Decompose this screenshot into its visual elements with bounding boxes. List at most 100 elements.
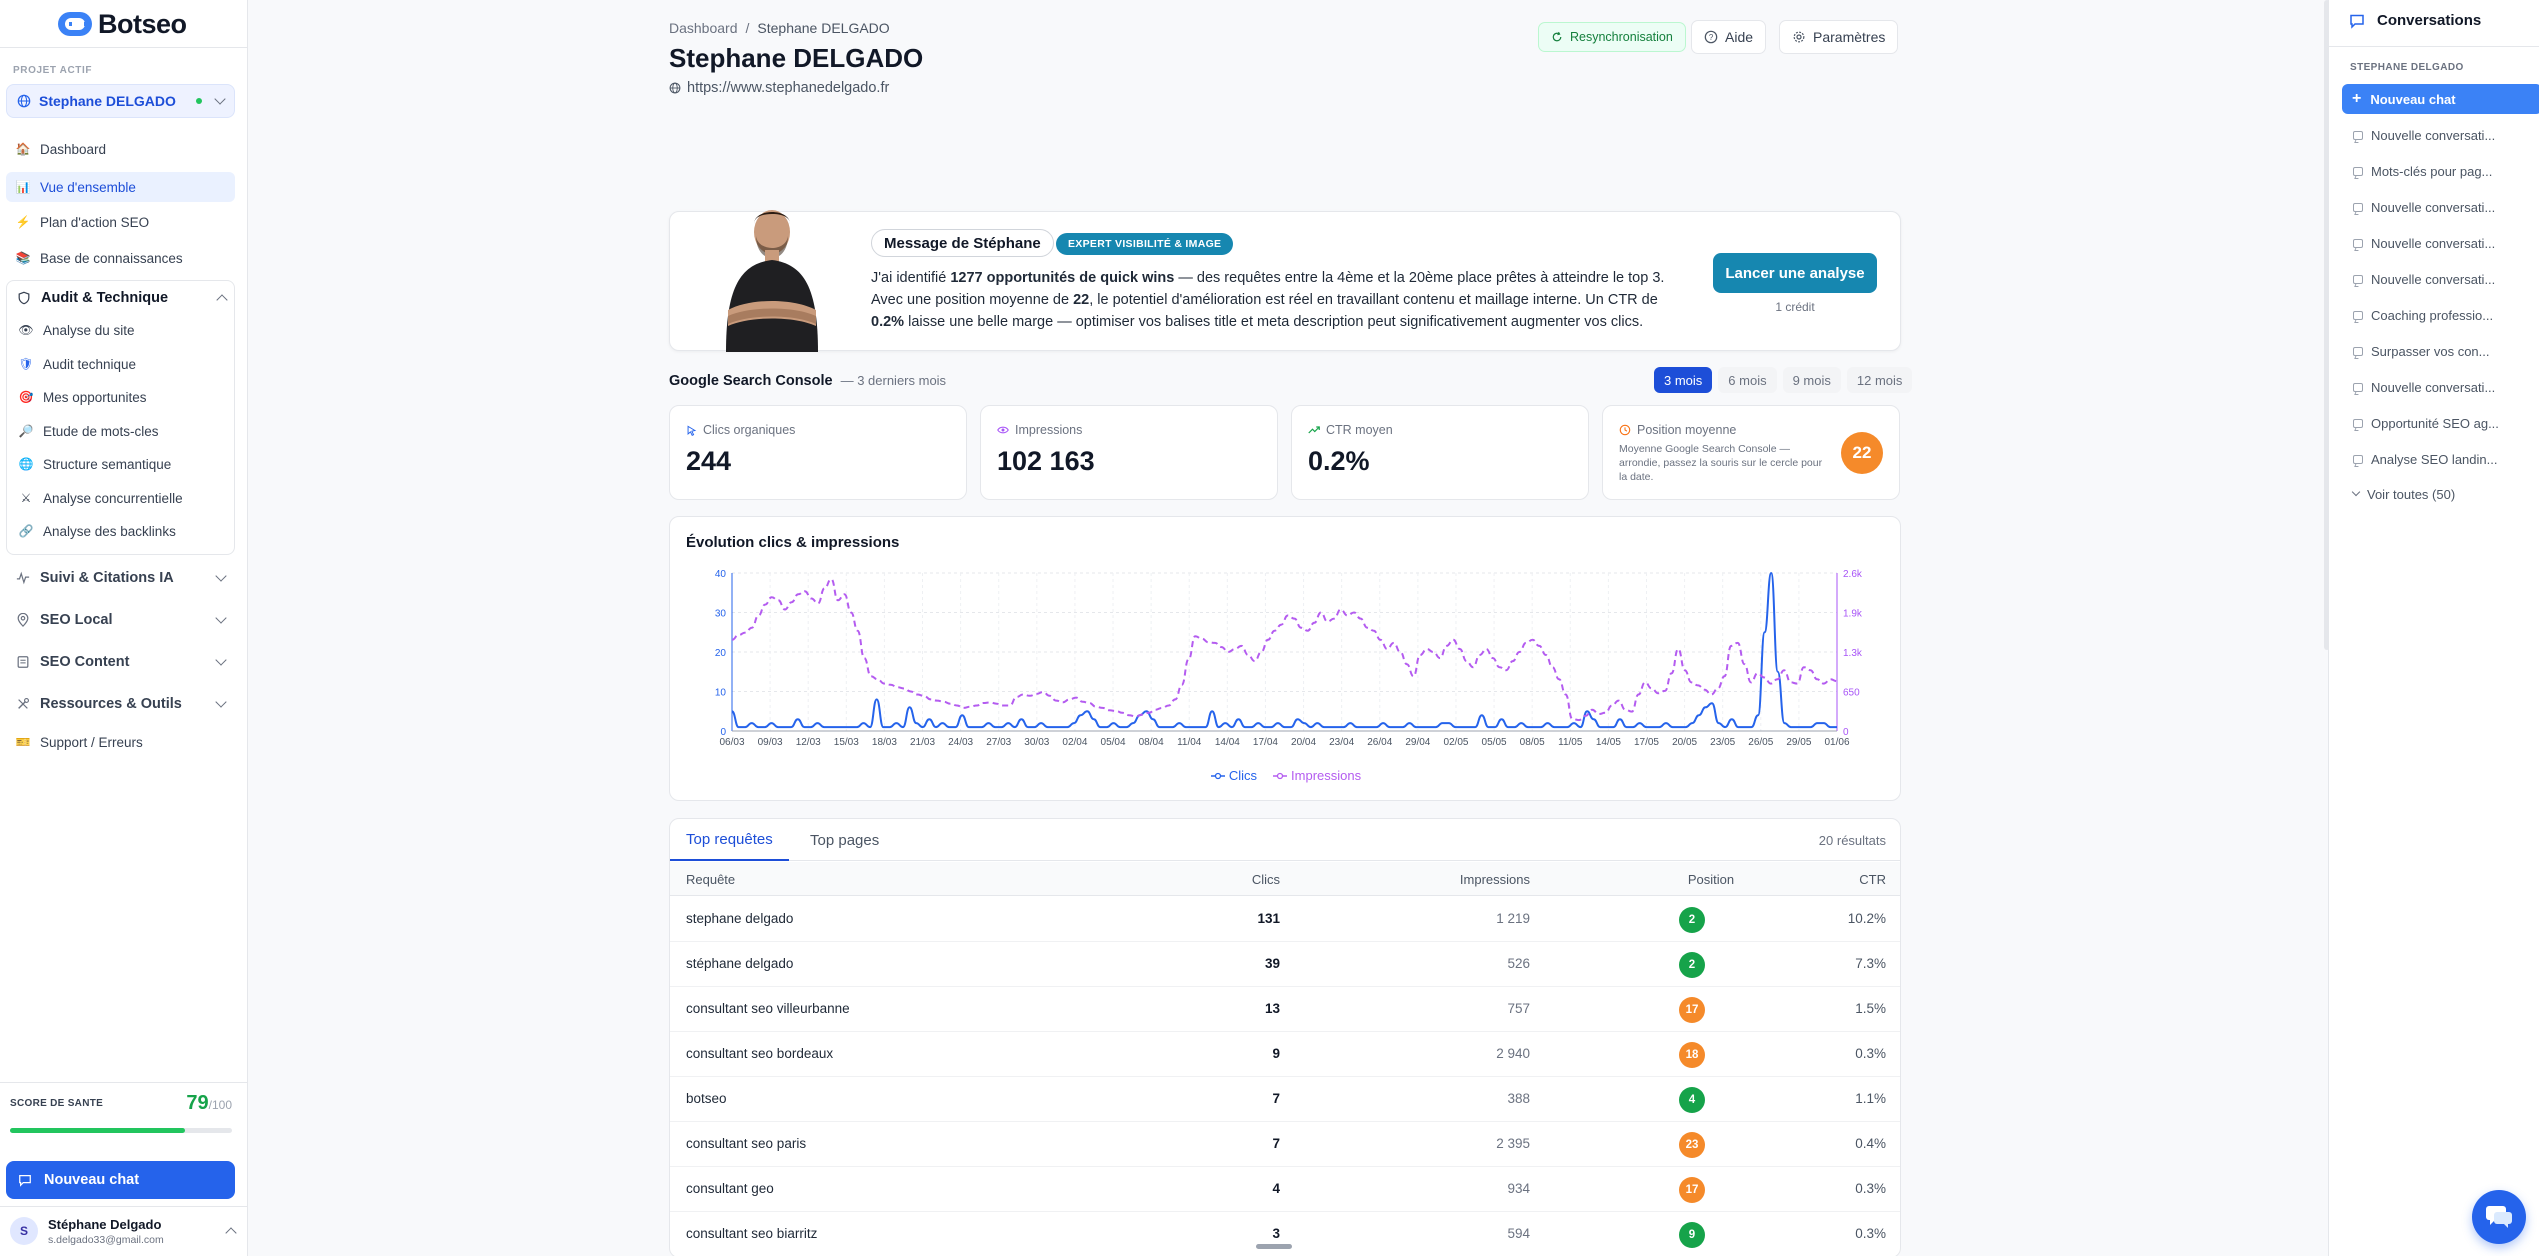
trend-up-icon bbox=[1308, 426, 1320, 434]
plus-icon: + bbox=[2352, 90, 2362, 107]
table-row[interactable]: consultant seo paris 7 2 395 23 0.4% bbox=[670, 1122, 1900, 1167]
kpi-ctr-label: CTR moyen bbox=[1326, 423, 1393, 437]
resync-label: Resynchronisation bbox=[1570, 30, 1673, 44]
chat-bubble-icon bbox=[2353, 130, 2363, 140]
message-line1-bold: 1277 opportunités de quick wins bbox=[950, 270, 1175, 286]
nav-support[interactable]: 🎫 Support / Erreurs bbox=[6, 727, 235, 757]
logo[interactable]: Botseo bbox=[58, 8, 187, 40]
chat-bubble-icon bbox=[2353, 382, 2363, 392]
query-cell: stephane delgado bbox=[686, 911, 794, 926]
section-local-seo[interactable]: SEO Local bbox=[6, 604, 235, 636]
x-tick-label: 17/05 bbox=[1634, 737, 1659, 748]
nav-dashboard[interactable]: 🏠 Dashboard bbox=[6, 134, 235, 164]
ctr-cell: 1.1% bbox=[1855, 1091, 1886, 1106]
sub-semantic-structure[interactable]: 🌐 Structure semantique bbox=[19, 451, 229, 477]
impressions-cell: 757 bbox=[1507, 1001, 1530, 1016]
kpi-position-label: Position moyenne bbox=[1637, 423, 1737, 437]
launch-analysis-button[interactable]: Lancer une analyse bbox=[1713, 253, 1877, 293]
sub-site-analysis[interactable]: 👁 Analyse du site bbox=[18, 317, 229, 343]
sub-backlinks[interactable]: 🔗 Analyse des backlinks bbox=[19, 518, 229, 544]
breadcrumb-dashboard[interactable]: Dashboard bbox=[669, 20, 738, 36]
kpi-impressions-label: Impressions bbox=[1015, 423, 1083, 437]
sub-opportunities[interactable]: 🎯 Mes opportunites bbox=[19, 384, 229, 410]
nav-knowledge-base[interactable]: 📚 Base de connaissances bbox=[6, 243, 235, 273]
gear-icon bbox=[1793, 31, 1805, 43]
section-seo-content[interactable]: SEO Content bbox=[6, 646, 235, 678]
sub-label: Structure semantique bbox=[43, 456, 172, 472]
conversation-item[interactable]: Surpasser vos con... bbox=[2353, 341, 2490, 361]
x-tick-label: 20/04 bbox=[1291, 737, 1316, 748]
ctr-cell: 7.3% bbox=[1855, 956, 1886, 971]
help-button[interactable]: ? Aide bbox=[1691, 20, 1767, 54]
table-row[interactable]: stephane delgado 131 1 219 2 10.2% bbox=[670, 897, 1900, 942]
period-12-months[interactable]: 12 mois bbox=[1846, 367, 1913, 393]
period-3-months[interactable]: 3 mois bbox=[1654, 367, 1713, 393]
period-9-months[interactable]: 9 mois bbox=[1782, 367, 1841, 393]
conversation-item[interactable]: Opportunité SEO ag... bbox=[2353, 413, 2499, 433]
chat-bubble-icon bbox=[2353, 274, 2363, 284]
section-resources[interactable]: Ressources & Outils bbox=[6, 688, 235, 720]
sub-competition[interactable]: ⚔ Analyse concurrentielle bbox=[19, 485, 229, 511]
tab-top-pages[interactable]: Top pages bbox=[794, 819, 895, 861]
new-chat-button[interactable]: Nouveau chat bbox=[6, 1161, 235, 1199]
user-menu[interactable]: S Stéphane Delgado s.delgado33@gmail.com bbox=[10, 1214, 237, 1248]
conversation-item[interactable]: Analyse SEO landin... bbox=[2353, 449, 2497, 469]
see-all-conversations[interactable]: Voir toutes (50) bbox=[2351, 484, 2455, 504]
chat-widget-button[interactable] bbox=[2472, 1190, 2526, 1244]
site-url[interactable]: https://www.stephanedelgado.fr bbox=[669, 80, 889, 96]
conversation-item[interactable]: Nouvelle conversati... bbox=[2353, 233, 2495, 253]
house-icon: 🏠 bbox=[15, 142, 31, 156]
table-row[interactable]: consultant seo bordeaux 9 2 940 18 0.3% bbox=[670, 1032, 1900, 1077]
ctr-cell: 0.3% bbox=[1855, 1046, 1886, 1061]
top-queries-table: Top requêtes Top pages 20 résultats Requ… bbox=[669, 818, 1901, 1256]
col-clicks[interactable]: Clics bbox=[1252, 872, 1280, 887]
conversation-item[interactable]: Nouvelle conversati... bbox=[2353, 125, 2495, 145]
period-6-months[interactable]: 6 mois bbox=[1718, 367, 1777, 393]
section-ai-citations[interactable]: Suivi & Citations IA bbox=[6, 562, 235, 594]
col-ctr[interactable]: CTR bbox=[1859, 872, 1886, 887]
clicks-cell: 131 bbox=[1257, 911, 1280, 926]
settings-button[interactable]: Paramètres bbox=[1779, 20, 1899, 54]
activity-icon bbox=[16, 571, 30, 585]
tab-top-queries[interactable]: Top requêtes bbox=[670, 819, 789, 861]
shield-icon: 🛡 bbox=[18, 357, 34, 371]
table-row[interactable]: botseo 7 388 4 1.1% bbox=[670, 1077, 1900, 1122]
scroll-handle[interactable] bbox=[1256, 1244, 1292, 1249]
col-impressions[interactable]: Impressions bbox=[1460, 872, 1530, 887]
project-selector[interactable]: Stephane DELGADO bbox=[6, 84, 235, 118]
conversation-title: Mots-clés pour pag... bbox=[2371, 163, 2493, 179]
breadcrumb-separator: / bbox=[745, 20, 750, 36]
legend-clicks[interactable]: Clics bbox=[1210, 768, 1257, 783]
position-badge: 9 bbox=[1679, 1222, 1705, 1248]
table-row[interactable]: consultant seo villeurbanne 13 757 17 1.5% bbox=[670, 987, 1900, 1032]
y-left-tick-label: 30 bbox=[715, 609, 727, 620]
new-conversation-button[interactable]: + Nouveau chat bbox=[2342, 84, 2539, 114]
legend-impressions-label: Impressions bbox=[1291, 768, 1362, 783]
position-badge: 17 bbox=[1679, 1177, 1705, 1203]
resync-button[interactable]: Resynchronisation bbox=[1538, 22, 1686, 52]
nav-action-plan[interactable]: ⚡ Plan d'action SEO bbox=[6, 207, 235, 237]
col-position[interactable]: Position bbox=[1681, 872, 1741, 887]
chevron-down-icon bbox=[215, 654, 227, 666]
chevron-up-icon bbox=[225, 1227, 237, 1239]
nav-overview[interactable]: 📊 Vue d'ensemble bbox=[6, 172, 235, 202]
chart-card: Évolution clics & impressions 0 0 10 650 20 1… bbox=[669, 516, 1901, 801]
message-line2-pre: Avec une position moyenne de bbox=[871, 292, 1074, 308]
audit-group: Audit & Technique 👁 Analyse du site 🛡 Audi… bbox=[6, 280, 235, 555]
conversation-item[interactable]: Coaching professio... bbox=[2353, 305, 2493, 325]
table-row[interactable]: consultant seo biarritz 3 594 9 0.3% bbox=[670, 1212, 1900, 1256]
x-tick-label: 02/05 bbox=[1443, 737, 1468, 748]
conversation-item[interactable]: Mots-clés pour pag... bbox=[2353, 161, 2492, 181]
conversation-item[interactable]: Nouvelle conversati... bbox=[2353, 197, 2495, 217]
y-right-tick-label: 2.6k bbox=[1843, 569, 1863, 580]
sub-keyword-study[interactable]: 🔎 Etude de mots-cles bbox=[19, 418, 229, 444]
conversation-item[interactable]: Nouvelle conversati... bbox=[2353, 377, 2495, 397]
sub-technical-audit[interactable]: 🛡 Audit technique bbox=[18, 351, 229, 377]
position-circle[interactable]: 22 bbox=[1841, 432, 1883, 474]
conversation-item[interactable]: Nouvelle conversati... bbox=[2353, 269, 2495, 289]
audit-group-toggle[interactable]: Audit & Technique bbox=[7, 281, 236, 315]
table-row[interactable]: consultant geo 4 934 17 0.3% bbox=[670, 1167, 1900, 1212]
table-row[interactable]: stéphane delgado 39 526 2 7.3% bbox=[670, 942, 1900, 987]
col-query[interactable]: Requête bbox=[686, 872, 735, 887]
legend-impressions[interactable]: Impressions bbox=[1273, 768, 1361, 783]
